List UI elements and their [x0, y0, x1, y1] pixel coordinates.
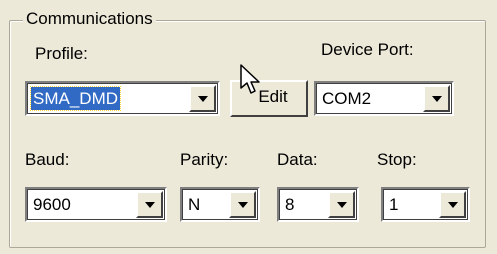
chevron-down-icon: [198, 96, 208, 102]
baud-label: Baud:: [25, 150, 70, 169]
device-port-value: COM2: [322, 89, 372, 108]
mouse-pointer-icon: [240, 64, 260, 94]
baud-select[interactable]: 9600: [25, 187, 167, 222]
parity-select[interactable]: N: [180, 187, 260, 222]
stop-value: 1: [389, 195, 399, 214]
profile-dropdown-button[interactable]: [189, 85, 216, 112]
data-dropdown-button[interactable]: [328, 191, 355, 218]
data-select[interactable]: 8: [277, 187, 359, 222]
stop-dropdown-button[interactable]: [439, 191, 466, 218]
group-title: Communications: [23, 8, 156, 30]
chevron-down-icon: [145, 202, 155, 208]
stop-label: Stop:: [377, 150, 417, 169]
parity-value: N: [188, 195, 201, 214]
data-value: 8: [285, 195, 295, 214]
profile-select[interactable]: SMA_DMD: [25, 81, 220, 116]
stop-select[interactable]: 1: [381, 187, 470, 222]
baud-dropdown-button[interactable]: [136, 191, 163, 218]
profile-label: Profile:: [35, 44, 88, 63]
device-port-dropdown-button[interactable]: [423, 85, 450, 112]
chevron-down-icon: [448, 202, 458, 208]
chevron-down-icon: [337, 202, 347, 208]
device-port-select[interactable]: COM2: [314, 81, 454, 116]
data-label: Data:: [277, 150, 318, 169]
device-port-label: Device Port:: [321, 40, 414, 59]
chevron-down-icon: [238, 202, 248, 208]
baud-value: 9600: [33, 195, 71, 214]
parity-dropdown-button[interactable]: [229, 191, 256, 218]
profile-value: SMA_DMD: [29, 86, 122, 111]
parity-label: Parity:: [180, 150, 229, 169]
chevron-down-icon: [432, 96, 442, 102]
